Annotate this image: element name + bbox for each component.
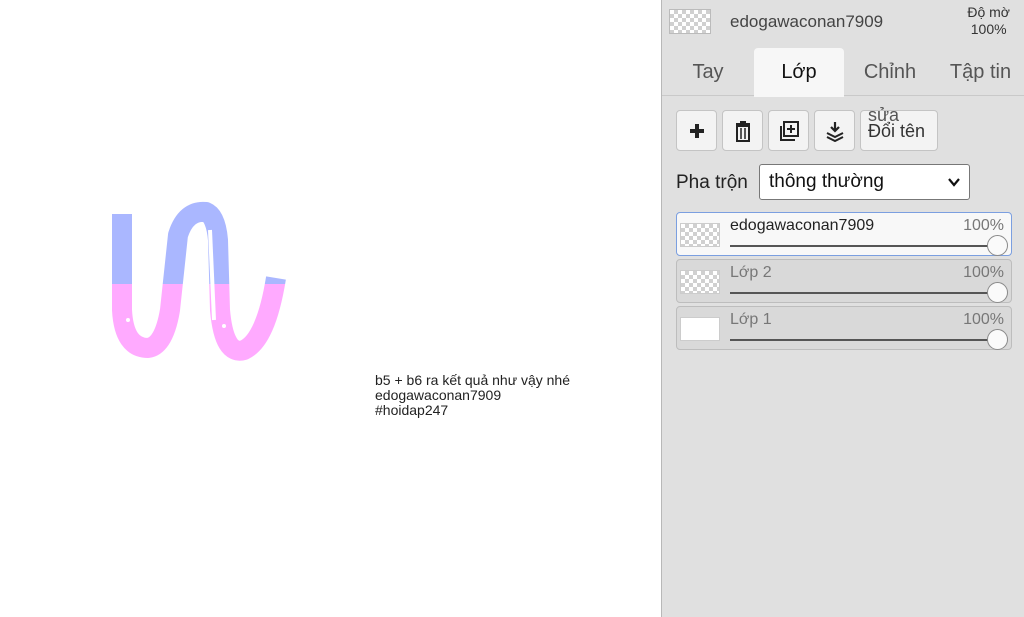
layer-thumbnail	[680, 270, 720, 294]
layer-name: Lớp 2	[730, 264, 772, 281]
canvas-note-text: b5 + b6 ra kết quả như vậy nhé edogawaco…	[375, 373, 570, 418]
layer-opacity-slider[interactable]	[730, 292, 1003, 294]
tab-tay[interactable]: Tay	[662, 48, 754, 96]
layer-opacity-slider[interactable]	[730, 339, 1003, 341]
layer-opacity: 100%	[963, 264, 1004, 281]
blend-mode-value: thông thường	[769, 171, 884, 192]
layer-opacity-slider-handle[interactable]	[987, 329, 1008, 350]
delete-layer-button[interactable]	[722, 110, 763, 151]
merge-down-icon	[826, 121, 843, 142]
layer-toolbar: sửa Đổi tên	[676, 105, 938, 152]
blend-mode-select[interactable]: thông thường	[759, 164, 970, 200]
layer-opacity-slider-handle[interactable]	[987, 282, 1008, 303]
rename-label: Đổi tên	[868, 121, 926, 141]
duplicate-layer-button[interactable]	[768, 110, 809, 151]
layer-opacity-slider-handle[interactable]	[987, 235, 1008, 256]
note-line-1: b5 + b6 ra kết quả như vậy nhé	[375, 372, 571, 388]
layers-panel: edogawaconan7909 Độ mờ 100% Tay Lớp Chỉn…	[661, 0, 1024, 617]
current-layer-thumbnail	[669, 9, 711, 34]
drawing-canvas[interactable]: b5 + b6 ra kết quả như vậy nhé edogawaco…	[0, 0, 661, 617]
tab-tap-tin[interactable]: Tập tin	[936, 48, 1024, 96]
tab-chinh-sua-label: Chỉnh	[863, 60, 917, 83]
layer-opacity-slider[interactable]	[730, 245, 1003, 247]
current-layer-name: edogawaconan7909	[730, 12, 884, 31]
plus-icon	[689, 123, 704, 138]
layer-opacity: 100%	[963, 217, 1004, 234]
tab-chinh-sua[interactable]: Chỉnh	[844, 48, 936, 96]
chevron-down-icon	[948, 178, 960, 187]
note-line-3: #hoidap247	[375, 402, 449, 418]
note-line-2: edogawaconan7909	[375, 387, 502, 403]
rename-layer-button[interactable]: sửa Đổi tên	[860, 105, 938, 151]
slider-fill	[730, 245, 1003, 247]
opacity-label: Độ mờ	[967, 4, 1010, 20]
add-layer-button[interactable]	[676, 110, 717, 151]
merge-down-button[interactable]	[814, 110, 855, 151]
slider-fill	[730, 292, 1003, 294]
layer-thumbnail	[680, 223, 720, 247]
opacity-value: 100%	[970, 21, 1007, 37]
trash-icon	[735, 120, 750, 142]
duplicate-layer-icon	[779, 120, 799, 141]
layer-item[interactable]: edogawaconan7909 100%	[676, 212, 1012, 256]
slider-fill	[730, 339, 1003, 341]
layer-opacity: 100%	[963, 311, 1004, 328]
opacity-readout: Độ mờ 100%	[967, 4, 1010, 38]
layer-name: edogawaconan7909	[730, 217, 875, 234]
layer-list: edogawaconan7909 100% Lớp 2 100% Lớp 1 1…	[676, 212, 1013, 353]
layer-thumbnail	[680, 317, 720, 341]
layer-name: Lớp 1	[730, 311, 772, 328]
panel-tabs: Tay Lớp Chỉnh Tập tin	[662, 48, 1024, 97]
blend-mode-label: Pha trộn	[676, 172, 748, 193]
brush-stroke-drawing	[112, 201, 286, 361]
layer-item[interactable]: Lớp 2 100%	[676, 259, 1012, 303]
layer-item[interactable]: Lớp 1 100%	[676, 306, 1012, 350]
tab-lop[interactable]: Lớp	[754, 48, 844, 97]
